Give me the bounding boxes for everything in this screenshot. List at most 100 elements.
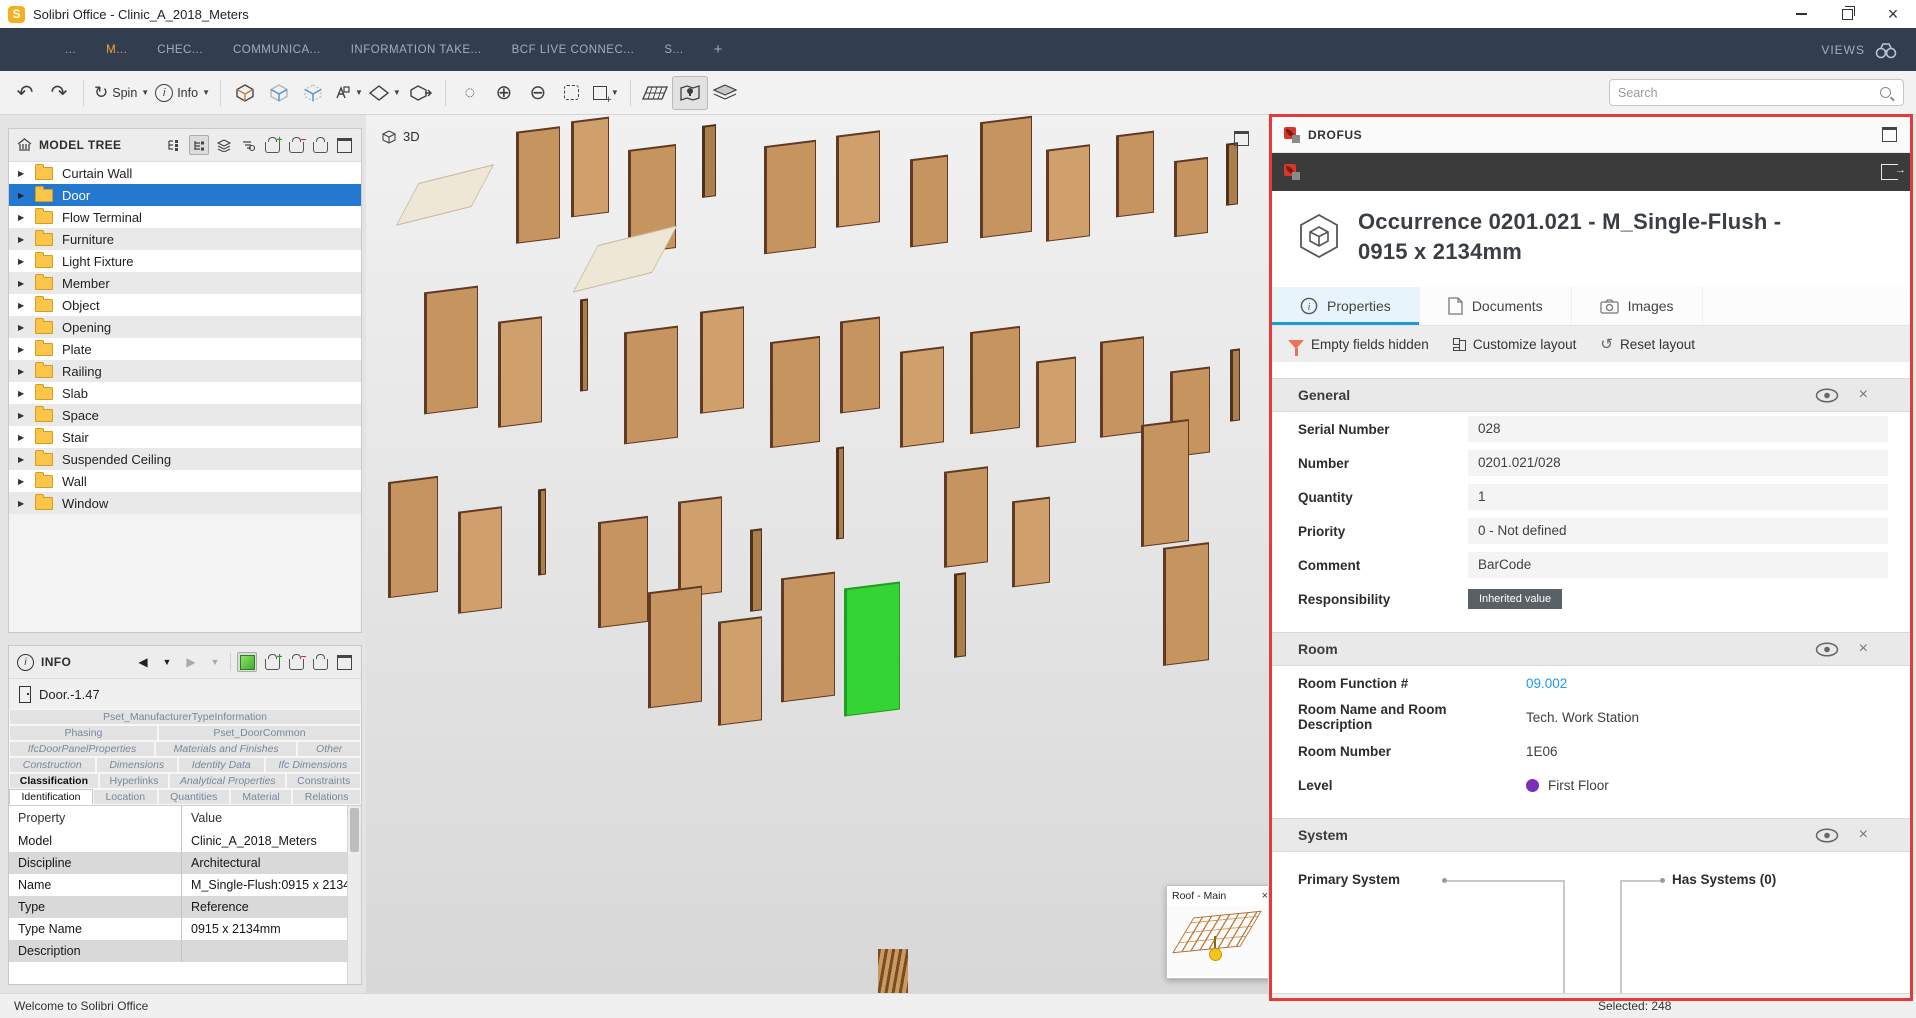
door-object[interactable] [1163, 542, 1209, 666]
maximize-button[interactable] [1824, 0, 1870, 28]
history-back-icon[interactable]: ◀ [134, 653, 152, 671]
basket-remove-icon[interactable]: − [287, 136, 305, 154]
door-object[interactable] [910, 155, 948, 248]
tree-item-space[interactable]: ▶Space [9, 404, 361, 426]
tab-hyperlinks[interactable]: Hyperlinks [99, 773, 169, 789]
expand-caret-icon[interactable]: ▶ [18, 499, 30, 508]
tree-item-wall[interactable]: ▶Wall [9, 470, 361, 492]
table-row[interactable]: NameM_Single-Flush:0915 x 2134... [9, 874, 348, 896]
door-object[interactable] [1141, 419, 1189, 547]
door-object[interactable] [781, 572, 835, 703]
tree-item-door[interactable]: ▶Door [9, 184, 361, 206]
tree-grouping-icon[interactable] [165, 136, 183, 154]
tree-hierarchy-icon[interactable] [189, 135, 209, 155]
door-object[interactable] [1036, 357, 1076, 448]
float-panel-icon[interactable] [1232, 129, 1250, 147]
section-plane-button[interactable] [638, 77, 672, 109]
markup-tool-button[interactable]: ▼ [330, 77, 366, 109]
door-object[interactable] [648, 586, 702, 709]
door-object[interactable] [836, 447, 844, 540]
door-object[interactable] [970, 326, 1020, 434]
table-row[interactable]: Type Name0915 x 2134mm [9, 918, 348, 940]
zoom-fit-button[interactable] [555, 77, 589, 109]
3d-viewport[interactable]: 3D Roof - Main × [366, 115, 1268, 993]
tab-quantities[interactable]: Quantities [158, 789, 230, 805]
ribbon-tab-bcfliveconnec[interactable]: BCF LIVE CONNEC... [497, 28, 650, 71]
expand-caret-icon[interactable]: ▶ [18, 169, 30, 178]
door-object[interactable] [498, 316, 542, 427]
door-object[interactable] [900, 346, 944, 447]
expand-caret-icon[interactable]: ▶ [18, 345, 30, 354]
basket-add-icon[interactable]: + [263, 653, 281, 671]
selected-door-object[interactable] [844, 582, 900, 717]
tab-relations[interactable]: Relations [292, 789, 361, 805]
tree-item-light-fixture[interactable]: ▶Light Fixture [9, 250, 361, 272]
door-object[interactable] [1046, 144, 1090, 241]
history-back-menu-icon[interactable]: ▼ [158, 653, 176, 671]
tab-analytical-properties[interactable]: Analytical Properties [169, 773, 286, 789]
drofus-tab-properties[interactable]: iProperties [1272, 287, 1420, 325]
action-customize-layout[interactable]: Customize layout [1453, 337, 1577, 352]
door-object[interactable] [1226, 142, 1238, 205]
roof-main-popup[interactable]: Roof - Main × [1166, 885, 1268, 979]
eye-icon[interactable] [1815, 828, 1839, 843]
table-row[interactable]: TypeReference [9, 896, 348, 918]
expand-caret-icon[interactable]: ▶ [18, 191, 30, 200]
tree-item-stair[interactable]: ▶Stair [9, 426, 361, 448]
action-empty-fields-hidden[interactable]: Empty fields hidden [1288, 337, 1429, 352]
tab-location[interactable]: Location [93, 789, 158, 805]
tree-item-curtain-wall[interactable]: ▶Curtain Wall [9, 162, 361, 184]
ribbon-tab-informationtake[interactable]: INFORMATION TAKE... [336, 28, 497, 71]
table-row[interactable]: DisciplineArchitectural [9, 852, 348, 874]
render-hidden-cube-icon[interactable] [296, 77, 330, 109]
tree-item-opening[interactable]: ▶Opening [9, 316, 361, 338]
door-object[interactable] [1100, 336, 1144, 437]
eye-icon[interactable] [1815, 642, 1839, 657]
tree-filter-icon[interactable] [239, 136, 257, 154]
minimize-button[interactable] [1778, 0, 1824, 28]
door-object[interactable] [1012, 497, 1050, 588]
table-row[interactable]: Description [9, 940, 348, 962]
table-row[interactable]: ModelClinic_A_2018_Meters [9, 830, 348, 852]
footprint-map-button[interactable] [672, 76, 708, 110]
tab-other[interactable]: Other [297, 741, 361, 757]
door-object[interactable] [750, 528, 762, 611]
drofus-tab-documents[interactable]: Documents [1420, 287, 1572, 325]
door-object[interactable] [1116, 131, 1154, 218]
door-object[interactable] [700, 306, 744, 413]
door-object[interactable] [598, 516, 648, 628]
expand-caret-icon[interactable]: ▶ [18, 455, 30, 464]
door-object[interactable] [580, 299, 588, 392]
ribbon-tab-communica[interactable]: COMMUNICA... [218, 28, 336, 71]
close-icon[interactable]: × [1859, 386, 1868, 404]
search-input[interactable] [1610, 86, 1880, 100]
door-object[interactable] [702, 124, 716, 198]
tree-item-suspended-ceiling[interactable]: ▶Suspended Ceiling [9, 448, 361, 470]
expand-caret-icon[interactable]: ▶ [18, 323, 30, 332]
door-object[interactable] [764, 140, 816, 254]
basket-add-icon[interactable]: + [263, 136, 281, 154]
door-object[interactable] [1174, 157, 1208, 237]
open-in-drofus-icon[interactable] [1881, 164, 1898, 180]
ribbon-tab-s[interactable]: S... [649, 28, 698, 71]
drofus-tab-images[interactable]: Images [1572, 287, 1703, 325]
tab-materials-and-finishes[interactable]: Materials and Finishes [155, 741, 297, 757]
tree-item-plate[interactable]: ▶Plate [9, 338, 361, 360]
history-forward-icon[interactable]: ▶ [182, 653, 200, 671]
ribbon-tab-m[interactable]: M... [91, 28, 142, 71]
show-in-3d-icon[interactable] [237, 652, 257, 672]
tree-item-object[interactable]: ▶Object [9, 294, 361, 316]
tree-item-window[interactable]: ▶Window [9, 492, 361, 514]
float-panel-icon[interactable] [335, 653, 353, 671]
tab-pset-manufacturertypeinformation[interactable]: Pset_ManufacturerTypeInformation [9, 709, 361, 725]
door-object[interactable] [396, 164, 494, 226]
ribbon-tab-[interactable]: ... [50, 28, 91, 71]
table-scrollbar[interactable] [347, 806, 361, 985]
close-icon[interactable]: × [1262, 890, 1268, 902]
tab-construction[interactable]: Construction [9, 757, 96, 773]
render-ghost-cube-icon[interactable] [262, 77, 296, 109]
info-button[interactable]: i Info ▼ [152, 77, 213, 109]
tab-dimensions[interactable]: Dimensions [96, 757, 178, 773]
tree-item-slab[interactable]: ▶Slab [9, 382, 361, 404]
tree-item-furniture[interactable]: ▶Furniture [9, 228, 361, 250]
